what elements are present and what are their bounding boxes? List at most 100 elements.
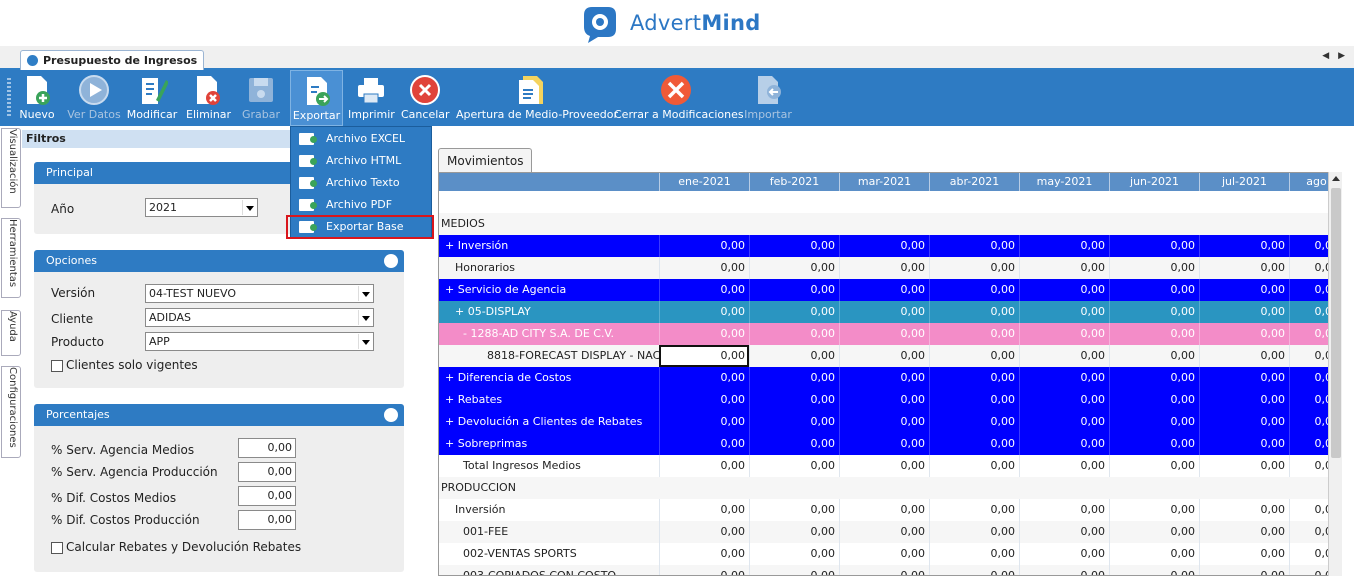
pct-serv-agencia-medios-input[interactable]: 0,00 bbox=[238, 438, 296, 458]
grid-cell[interactable]: 0,00 bbox=[1019, 433, 1109, 455]
menu-item-pdf[interactable]: Archivo PDF bbox=[291, 194, 433, 216]
grid-cell[interactable]: 0,00 bbox=[749, 389, 839, 411]
table-row[interactable]: + Sobreprimas 0,00 0,00 0,00 0,00 0,00 0,00 0,0… bbox=[439, 433, 1339, 455]
table-row[interactable]: Total Ingresos Medios 0,00 0,00 0,00 0,00 0,0… bbox=[439, 455, 1339, 477]
grid-cell[interactable]: 0,00 bbox=[839, 367, 929, 389]
grid-cell[interactable]: 0,00 bbox=[839, 279, 929, 301]
grid-cell[interactable]: 0,00 bbox=[1199, 367, 1289, 389]
tab-visualizacion[interactable]: Visualización bbox=[1, 128, 21, 208]
tab-ayuda[interactable]: Ayuda bbox=[1, 310, 21, 356]
grid-cell[interactable]: 0,00 bbox=[929, 433, 1019, 455]
menu-item-excel[interactable]: Archivo EXCEL bbox=[291, 128, 433, 150]
grid-cell[interactable]: 0,00 bbox=[1109, 257, 1199, 279]
grid-cell[interactable]: 0,00 bbox=[749, 367, 839, 389]
clients-only-active-checkbox[interactable] bbox=[51, 360, 63, 372]
grid-cell[interactable]: 0,00 bbox=[659, 455, 749, 477]
grid-cell[interactable]: 0,00 bbox=[839, 301, 929, 323]
grid-cell[interactable]: 0,00 bbox=[659, 279, 749, 301]
tab-movimientos[interactable]: Movimientos bbox=[438, 148, 533, 172]
table-row[interactable]: + 05-DISPLAY 0,00 0,00 0,00 0,00 0,00 0,00 0,00… bbox=[439, 301, 1339, 323]
table-row[interactable]: + Rebates 0,00 0,00 0,00 0,00 0,00 0,00 0,00 0,0… bbox=[439, 389, 1339, 411]
tab-scroll-arrows[interactable]: ◀ ▶ bbox=[1322, 51, 1348, 61]
grid-cell[interactable]: 0,00 bbox=[659, 345, 749, 367]
grid-cell[interactable]: 0,00 bbox=[1109, 499, 1199, 521]
grid-cell[interactable]: 0,00 bbox=[1199, 521, 1289, 543]
grid-cell[interactable]: 0,00 bbox=[929, 455, 1019, 477]
grid-cell[interactable]: 0,00 bbox=[929, 389, 1019, 411]
grid-cell[interactable]: 0,00 bbox=[1199, 543, 1289, 565]
grid-cell[interactable]: 0,00 bbox=[1109, 279, 1199, 301]
grid-cell[interactable]: 0,00 bbox=[749, 301, 839, 323]
grid-cell[interactable]: 0,00 bbox=[1109, 345, 1199, 367]
import-button[interactable]: Importar bbox=[744, 70, 792, 126]
grid-cell[interactable]: 0,00 bbox=[839, 345, 929, 367]
grid-cell[interactable]: 0,00 bbox=[659, 499, 749, 521]
grid-cell[interactable]: 0,00 bbox=[1109, 543, 1199, 565]
grid-cell[interactable]: 0,00 bbox=[929, 279, 1019, 301]
grid-cell[interactable]: 0,00 bbox=[749, 433, 839, 455]
column-header[interactable]: mar-2021 bbox=[839, 173, 929, 191]
column-header[interactable]: ene-2021 bbox=[659, 173, 749, 191]
version-select[interactable]: 04-TEST NUEVO bbox=[145, 284, 374, 303]
grid-cell[interactable]: 0,00 bbox=[1019, 301, 1109, 323]
grid-cell[interactable]: 0,00 bbox=[929, 301, 1019, 323]
table-row[interactable]: Inversión 0,00 0,00 0,00 0,00 0,00 0,00 0,00 0,0… bbox=[439, 499, 1339, 521]
grid-cell[interactable]: 0,00 bbox=[1019, 543, 1109, 565]
grid-cell[interactable]: 0,00 bbox=[1019, 257, 1109, 279]
grid-cell[interactable]: 0,00 bbox=[929, 499, 1019, 521]
column-header[interactable]: may-2021 bbox=[1019, 173, 1109, 191]
grid-cell[interactable]: 0,00 bbox=[1199, 257, 1289, 279]
grid-cell[interactable]: 0,00 bbox=[1199, 345, 1289, 367]
menu-item-text[interactable]: Archivo Texto bbox=[291, 172, 433, 194]
table-row[interactable]: Honorarios 0,00 0,00 0,00 0,00 0,00 0,00 0,00 0,… bbox=[439, 257, 1339, 279]
grid-cell[interactable]: 0,00 bbox=[839, 521, 929, 543]
grid-cell[interactable]: 0,00 bbox=[659, 367, 749, 389]
grid-cell[interactable]: 0,00 bbox=[1019, 345, 1109, 367]
column-header[interactable]: jul-2021 bbox=[1199, 173, 1289, 191]
close-modifications-button[interactable]: Cerrar a Modificaciones bbox=[614, 70, 744, 126]
client-select[interactable]: ADIDAS bbox=[145, 308, 374, 327]
grid-cell[interactable]: 0,00 bbox=[749, 499, 839, 521]
column-header[interactable]: abr-2021 bbox=[929, 173, 1019, 191]
grid-cell[interactable]: 0,00 bbox=[1199, 279, 1289, 301]
table-row[interactable]: 001-FEE 0,00 0,00 0,00 0,00 0,00 0,00 0,00 0,00 bbox=[439, 521, 1339, 543]
collapse-icon[interactable] bbox=[384, 408, 398, 422]
grid-cell[interactable]: 0,00 bbox=[659, 433, 749, 455]
grid-cell[interactable]: 0,00 bbox=[659, 389, 749, 411]
grid-cell[interactable]: 0,00 bbox=[659, 235, 749, 257]
grid-cell[interactable]: 0,00 bbox=[659, 521, 749, 543]
tab-herramientas[interactable]: Herramientas bbox=[1, 218, 21, 298]
grid-cell[interactable]: 0,00 bbox=[1109, 433, 1199, 455]
grid-cell[interactable]: 0,00 bbox=[1199, 499, 1289, 521]
grid-cell[interactable]: 0,00 bbox=[1109, 411, 1199, 433]
grid-cell[interactable]: 0,00 bbox=[1019, 323, 1109, 345]
grid-cell[interactable]: 0,00 bbox=[1109, 301, 1199, 323]
grid-cell[interactable]: 0,00 bbox=[1019, 411, 1109, 433]
table-row[interactable]: + Servicio de Agencia 0,00 0,00 0,00 0,00 0,0… bbox=[439, 279, 1339, 301]
year-select[interactable]: 2021 bbox=[145, 198, 258, 217]
grid-cell[interactable]: 0,00 bbox=[839, 257, 929, 279]
table-row[interactable]: MEDIOS bbox=[439, 213, 1329, 235]
grid-cell[interactable]: 0,00 bbox=[749, 257, 839, 279]
grid-cell[interactable]: 0,00 bbox=[1019, 235, 1109, 257]
grid-cell[interactable]: 0,00 bbox=[929, 521, 1019, 543]
grid-cell[interactable]: 0,00 bbox=[1019, 499, 1109, 521]
cancel-button[interactable]: Cancelar bbox=[401, 70, 450, 126]
grid-cell[interactable]: 0,00 bbox=[839, 455, 929, 477]
grid-cell[interactable]: 0,00 bbox=[929, 565, 1019, 575]
grid-cell[interactable]: 0,00 bbox=[839, 235, 929, 257]
grid-cell[interactable]: 0,00 bbox=[929, 235, 1019, 257]
grid-cell[interactable]: 0,00 bbox=[749, 455, 839, 477]
grid-cell[interactable]: 0,00 bbox=[749, 521, 839, 543]
export-button[interactable]: Exportar bbox=[290, 70, 343, 126]
grid-cell[interactable]: 0,00 bbox=[749, 543, 839, 565]
grid-cell[interactable]: 0,00 bbox=[1199, 301, 1289, 323]
delete-button[interactable]: Eliminar bbox=[186, 70, 231, 126]
grid-vertical-scrollbar[interactable] bbox=[1328, 172, 1342, 576]
grid-cell[interactable]: 0,00 bbox=[1019, 389, 1109, 411]
grid-cell[interactable]: 0,00 bbox=[839, 543, 929, 565]
grid-cell[interactable]: 0,00 bbox=[839, 499, 929, 521]
table-row[interactable]: + Inversión 0,00 0,00 0,00 0,00 0,00 0,00 0,00 0… bbox=[439, 235, 1339, 257]
grid-cell[interactable]: 0,00 bbox=[749, 235, 839, 257]
grid-cell[interactable]: 0,00 bbox=[839, 433, 929, 455]
